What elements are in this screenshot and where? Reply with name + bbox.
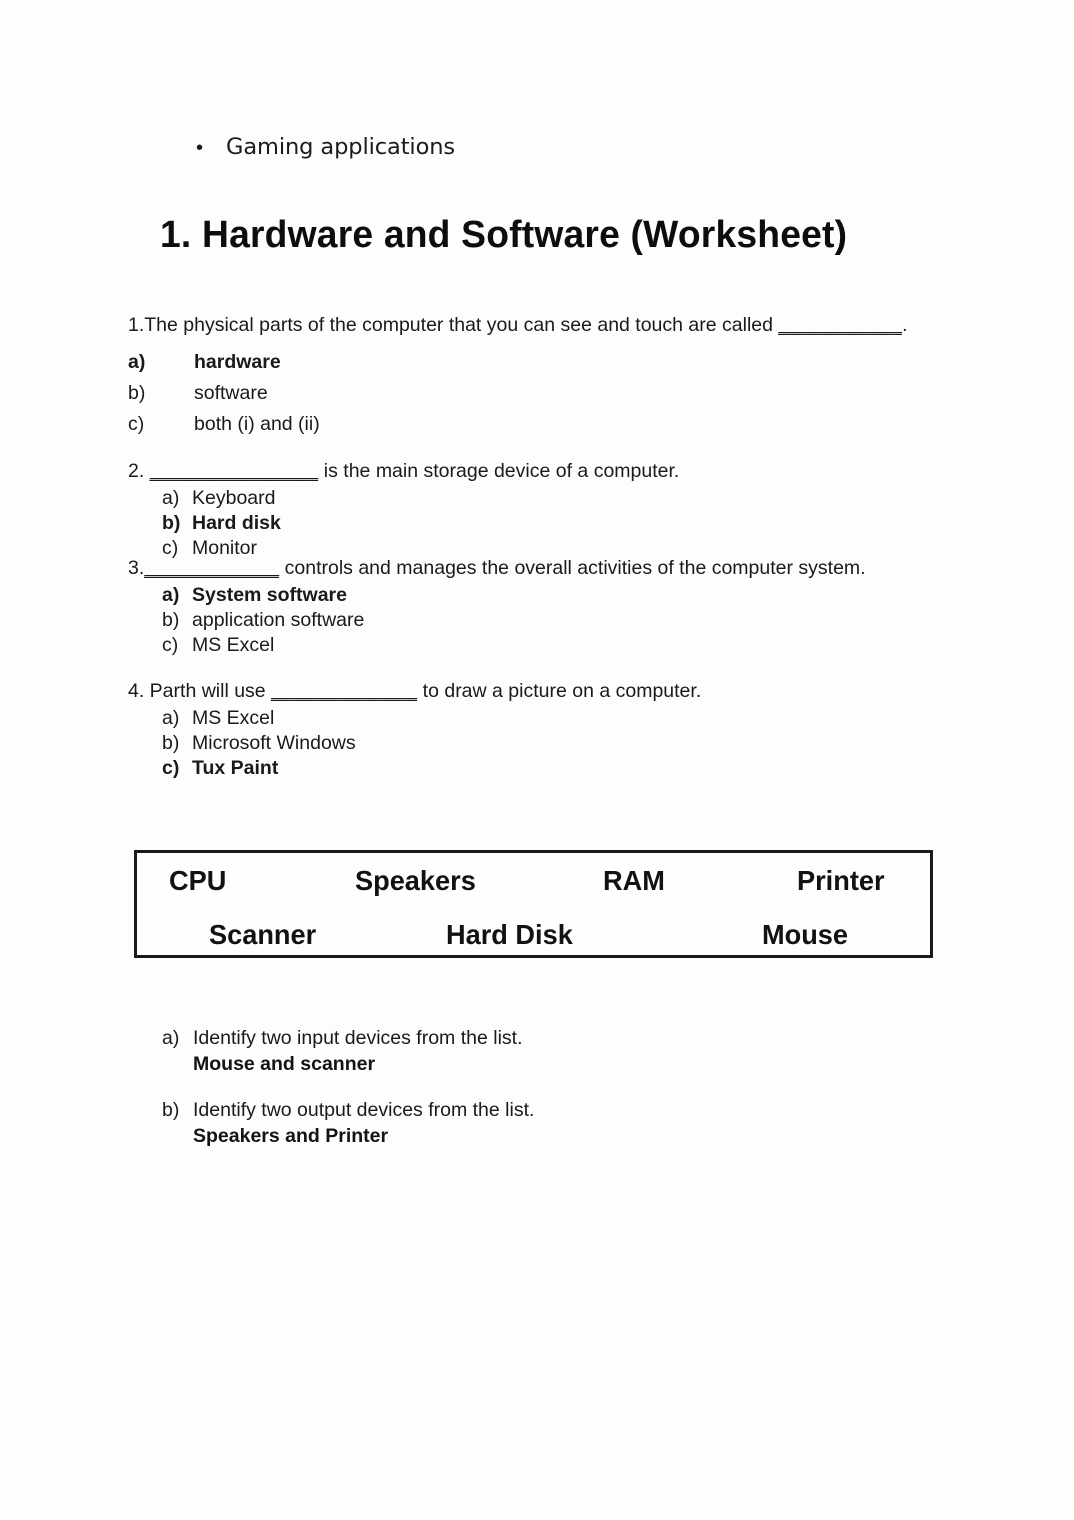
question-4-prompt: 4. Parth will use _____________ to draw … xyxy=(128,676,1008,706)
question-1-option-c: c) both (i) and (ii) xyxy=(128,409,1008,440)
page-title: 1. Hardware and Software (Worksheet) xyxy=(160,214,848,256)
word-bank-row-1: CPU Speakers RAM Printer xyxy=(137,865,930,915)
question-4-option-a-label: MS Excel xyxy=(192,707,275,729)
identify-question-b-marker: b) xyxy=(162,1099,180,1121)
identify-question-b-prompt: b) Identify two output devices from the … xyxy=(162,1097,962,1123)
question-1-option-a: a) hardware xyxy=(128,347,1008,378)
question-3-blank: ____________ xyxy=(144,557,280,579)
identify-question-a-prompt: a) Identify two input devices from the l… xyxy=(162,1025,962,1051)
word-bank-item-printer: Printer xyxy=(797,865,885,896)
question-1-option-b-label: software xyxy=(194,382,268,404)
question-2-option-b: b) Hard disk xyxy=(128,511,1008,536)
question-3-text-before: 3. xyxy=(128,557,145,579)
question-3-option-b-label: application software xyxy=(192,609,365,631)
word-bank-row-2: Scanner Hard Disk Mouse xyxy=(137,919,930,969)
question-3-option-c: c) MS Excel xyxy=(128,633,1008,658)
question-2-option-b-marker: b) xyxy=(162,512,181,534)
intro-bullet-label: Gaming applications xyxy=(226,134,456,160)
question-2-option-a-label: Keyboard xyxy=(192,487,276,509)
question-3-option-b: b) application software xyxy=(128,608,1008,633)
question-4-option-a-marker: a) xyxy=(162,707,180,729)
question-1-block: 1.The physical parts of the computer tha… xyxy=(128,310,1008,440)
question-3-option-c-marker: c) xyxy=(162,634,179,656)
question-1-prompt: 1.The physical parts of the computer tha… xyxy=(128,310,1008,340)
identify-question-b-label: Identify two output devices from the lis… xyxy=(193,1099,535,1121)
identify-question-b-answer: Speakers and Printer xyxy=(193,1125,389,1147)
question-3-option-c-label: MS Excel xyxy=(192,634,275,656)
word-bank-item-scanner: Scanner xyxy=(209,919,317,950)
question-4-option-b-label: Microsoft Windows xyxy=(192,732,356,754)
question-1-option-c-marker: c) xyxy=(128,413,145,435)
question-2-option-b-label: Hard disk xyxy=(192,512,281,534)
question-4-blank: _____________ xyxy=(271,680,418,702)
question-1-blank: ___________ xyxy=(778,314,903,336)
question-1-option-b-marker: b) xyxy=(128,382,146,404)
word-bank-item-mouse: Mouse xyxy=(762,919,849,950)
bullet-point-icon: • xyxy=(196,137,204,159)
intro-bullet-item: • Gaming applications xyxy=(196,134,455,160)
word-bank-item-cpu: CPU xyxy=(169,865,227,896)
question-2-prompt: 2. _______________ is the main storage d… xyxy=(128,456,1008,486)
question-1-option-a-label: hardware xyxy=(194,351,281,373)
identify-question-a-marker: a) xyxy=(162,1027,180,1049)
question-1-option-a-marker: a) xyxy=(128,351,146,373)
worksheet-page: • Gaming applications 1. Hardware and So… xyxy=(0,0,1074,1520)
question-4-option-c: c) Tux Paint xyxy=(128,756,1008,781)
identify-question-a-answer: Mouse and scanner xyxy=(193,1053,376,1075)
identify-question-b: b) Identify two output devices from the … xyxy=(162,1097,962,1149)
question-1-option-b: b) software xyxy=(128,378,1008,409)
question-3-option-b-marker: b) xyxy=(162,609,180,631)
question-4-option-c-label: Tux Paint xyxy=(192,757,279,779)
question-2-block: 2. _______________ is the main storage d… xyxy=(128,456,1008,561)
question-4-text-after: to draw a picture on a computer. xyxy=(417,680,702,702)
question-3-option-a-marker: a) xyxy=(162,584,180,606)
question-1-text-after: . xyxy=(902,314,908,336)
identify-question-a: a) Identify two input devices from the l… xyxy=(162,1025,962,1077)
question-4-option-b-marker: b) xyxy=(162,732,180,754)
question-3-prompt: 3.____________ controls and manages the … xyxy=(128,553,1008,583)
word-bank-box: CPU Speakers RAM Printer Scanner Hard Di… xyxy=(134,850,933,958)
question-4-option-a: a) MS Excel xyxy=(128,706,1008,731)
identify-question-a-label: Identify two input devices from the list… xyxy=(193,1027,523,1049)
word-bank-item-speakers: Speakers xyxy=(355,865,476,896)
identify-questions-block: a) Identify two input devices from the l… xyxy=(162,1025,962,1169)
question-4-block: 4. Parth will use _____________ to draw … xyxy=(128,676,1008,781)
question-2-text-after: is the main storage device of a computer… xyxy=(318,460,680,482)
question-2-option-a-marker: a) xyxy=(162,487,180,509)
question-1-text-before: 1.The physical parts of the computer tha… xyxy=(128,314,779,336)
question-3-option-a-label: System software xyxy=(192,584,347,606)
question-1-option-c-label: both (i) and (ii) xyxy=(194,413,320,435)
question-2-text-before: 2. xyxy=(128,460,150,482)
word-bank-item-hard-disk: Hard Disk xyxy=(446,919,573,950)
question-3-text-after: controls and manages the overall activit… xyxy=(279,557,866,579)
question-4-text-before: 4. Parth will use xyxy=(128,680,272,702)
question-4-option-b: b) Microsoft Windows xyxy=(128,731,1008,756)
question-3-block: 3.____________ controls and manages the … xyxy=(128,553,1008,658)
question-4-option-c-marker: c) xyxy=(162,757,180,779)
word-bank-item-ram: RAM xyxy=(603,865,665,896)
question-2-option-a: a) Keyboard xyxy=(128,486,1008,511)
question-3-option-a: a) System software xyxy=(128,583,1008,608)
question-2-blank: _______________ xyxy=(149,460,319,482)
